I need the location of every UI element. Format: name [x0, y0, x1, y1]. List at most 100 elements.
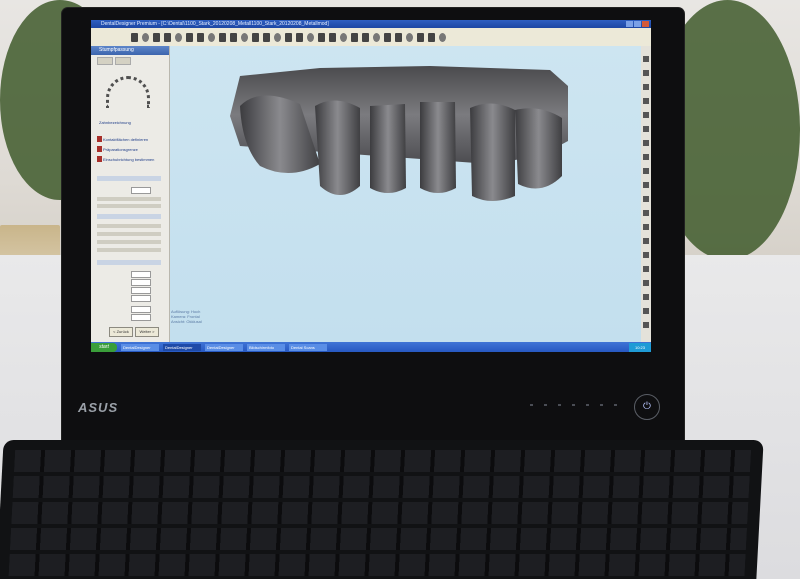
tool-icon[interactable]	[164, 32, 171, 42]
tooth-left-canine	[315, 100, 360, 195]
system-tray-clock: 10:23	[629, 342, 651, 352]
sidebar-row	[97, 232, 161, 236]
tool-icon[interactable]	[241, 32, 248, 42]
viewport-status: Auflösung: Hoch Kamera: Frontal Ansicht:…	[171, 309, 202, 324]
sidebar-next-step-button[interactable]	[115, 57, 131, 65]
tool-icon[interactable]	[318, 32, 325, 42]
sidebar-input[interactable]	[131, 187, 151, 194]
sidebar-nav	[91, 55, 169, 67]
view-icon[interactable]	[643, 196, 649, 202]
sidebar-prev-step-button[interactable]	[97, 57, 113, 65]
view-icon[interactable]	[643, 322, 649, 328]
view-toolbar	[641, 46, 651, 342]
tool-icon[interactable]	[340, 32, 347, 42]
view-icon[interactable]	[643, 210, 649, 216]
workflow-sidebar: Stumpfpassung Zahnbezeichnung Kontaktflä…	[91, 46, 170, 342]
tool-icon[interactable]	[417, 32, 424, 42]
view-icon[interactable]	[643, 154, 649, 160]
tool-icon[interactable]	[307, 32, 314, 42]
tool-icon[interactable]	[428, 32, 435, 42]
sidebar-link[interactable]: Einschubrichtung bestimmen	[103, 157, 154, 162]
view-icon[interactable]	[643, 252, 649, 258]
start-button[interactable]: start	[91, 342, 117, 352]
sidebar-row	[97, 204, 161, 208]
view-icon[interactable]	[643, 266, 649, 272]
tooth-right-incisor	[470, 103, 515, 201]
sidebar-row	[97, 240, 161, 244]
sidebar-stepper[interactable]	[131, 295, 151, 302]
taskbar-item[interactable]: Dental Scans	[289, 343, 327, 351]
tooth-arch-diagram[interactable]	[106, 76, 150, 108]
monitor-screen: DentalDesigner Premium - [C:\Dental\1100…	[91, 20, 651, 352]
maximize-button[interactable]	[634, 21, 641, 27]
monitor-brand-logo: ASUS	[78, 400, 119, 415]
tool-icon[interactable]	[186, 32, 193, 42]
tooth-icon	[97, 136, 102, 142]
close-button[interactable]	[642, 21, 649, 27]
sidebar-stepper[interactable]	[131, 314, 151, 321]
view-icon[interactable]	[643, 182, 649, 188]
tool-icon[interactable]	[208, 32, 215, 42]
sidebar-row	[97, 197, 161, 201]
sidebar-stepper[interactable]	[131, 306, 151, 313]
tool-icon[interactable]	[219, 32, 226, 42]
app-titlebar: DentalDesigner Premium - [C:\Dental\1100…	[91, 20, 651, 28]
sidebar-label: Zahnbezeichnung	[99, 120, 131, 125]
view-icon[interactable]	[643, 84, 649, 90]
tooth-right-premolar	[515, 108, 562, 189]
view-icon[interactable]	[643, 56, 649, 62]
taskbar-item[interactable]: DentalDesigner	[205, 343, 243, 351]
view-icon[interactable]	[643, 70, 649, 76]
tool-icon[interactable]	[175, 32, 182, 42]
sidebar-title: Stumpfpassung	[91, 46, 169, 55]
tool-icon[interactable]	[362, 32, 369, 42]
tool-icon[interactable]	[197, 32, 204, 42]
tool-icon[interactable]	[252, 32, 259, 42]
back-button[interactable]: < Zurück	[109, 327, 133, 337]
monitor-indicator-leds	[530, 404, 620, 406]
sidebar-stepper[interactable]	[131, 279, 151, 286]
view-icon[interactable]	[643, 98, 649, 104]
view-icon[interactable]	[643, 140, 649, 146]
tool-icon[interactable]	[263, 32, 270, 42]
taskbar-item[interactable]: Bildschirmfoto	[247, 343, 285, 351]
tool-icon[interactable]	[439, 32, 446, 42]
view-icon[interactable]	[643, 280, 649, 286]
sidebar-link[interactable]: Kontaktflächen definieren	[103, 137, 148, 142]
tool-icon[interactable]	[384, 32, 391, 42]
view-icon[interactable]	[643, 224, 649, 230]
3d-viewport[interactable]	[170, 46, 641, 342]
view-icon[interactable]	[643, 308, 649, 314]
tool-icon[interactable]	[351, 32, 358, 42]
tool-icon[interactable]	[296, 32, 303, 42]
tool-icon[interactable]	[373, 32, 380, 42]
sidebar-stepper[interactable]	[131, 287, 151, 294]
tool-icon[interactable]	[274, 32, 281, 42]
taskbar-item[interactable]: DentalDesigner	[163, 343, 201, 351]
tool-icon[interactable]	[285, 32, 292, 42]
main-toolbar	[91, 28, 651, 46]
view-icon[interactable]	[643, 168, 649, 174]
minimize-button[interactable]	[626, 21, 633, 27]
view-icon[interactable]	[643, 238, 649, 244]
tool-icon[interactable]	[406, 32, 413, 42]
sidebar-link[interactable]: Präparationsgrenze	[103, 147, 138, 152]
tool-icon[interactable]	[131, 32, 138, 42]
tool-icon[interactable]	[230, 32, 237, 42]
tool-icon[interactable]	[329, 32, 336, 42]
view-icon[interactable]	[643, 294, 649, 300]
sidebar-stepper[interactable]	[131, 271, 151, 278]
windows-taskbar: start DentalDesigner DentalDesigner Dent…	[91, 342, 651, 352]
view-icon[interactable]	[643, 112, 649, 118]
next-button[interactable]: Weiter >	[135, 327, 159, 337]
taskbar-item[interactable]: DentalDesigner	[121, 343, 159, 351]
tooth-stump-1	[370, 104, 406, 193]
tool-icon[interactable]	[395, 32, 402, 42]
tool-icon[interactable]	[153, 32, 160, 42]
keyboard-keys[interactable]	[8, 450, 752, 579]
dental-scan-model[interactable]	[170, 46, 641, 342]
tool-icon[interactable]	[142, 32, 149, 42]
power-button[interactable]: ⏻	[634, 394, 660, 420]
view-icon[interactable]	[643, 126, 649, 132]
status-line: Ansicht: Okklusal	[171, 319, 202, 324]
